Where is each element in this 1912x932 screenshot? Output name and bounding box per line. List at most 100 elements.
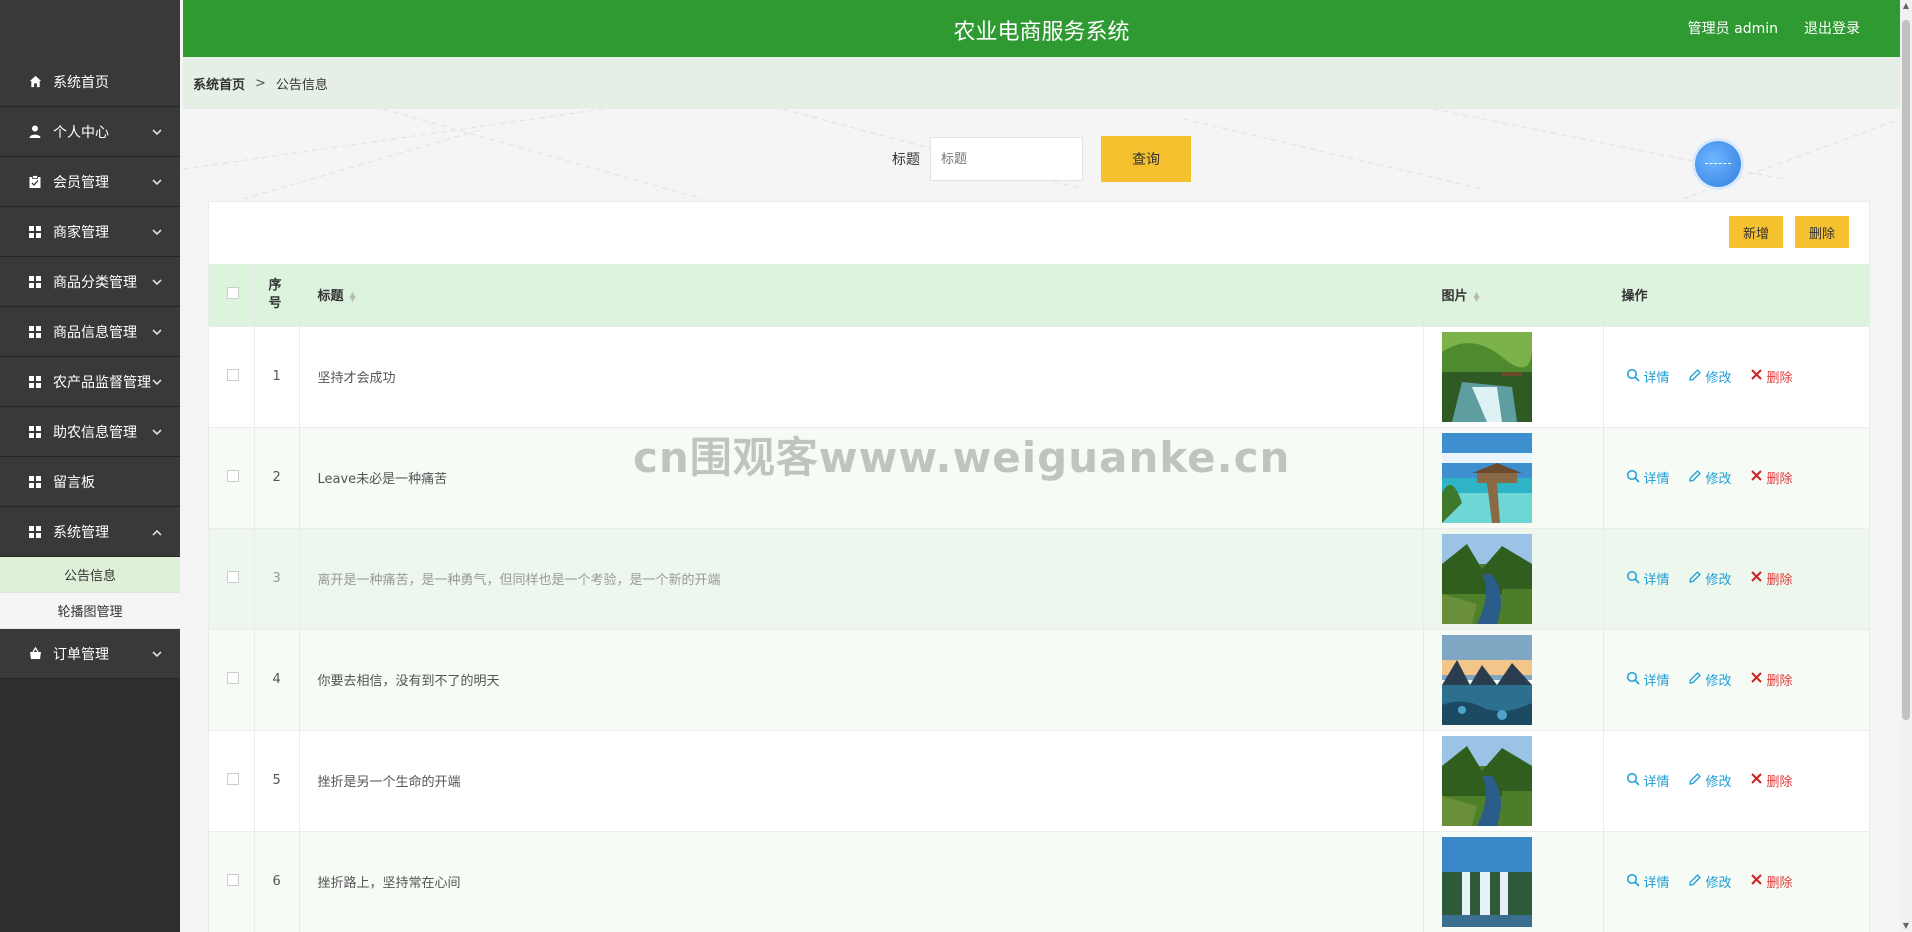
row-select-cell[interactable] bbox=[209, 831, 255, 932]
batch-delete-button[interactable]: 删除 bbox=[1794, 216, 1849, 248]
sidebar-item-products[interactable]: 商品信息管理 bbox=[0, 307, 180, 357]
delete-link[interactable]: 删除 bbox=[1750, 367, 1793, 386]
sidebar-item-system[interactable]: 系统管理 bbox=[0, 507, 180, 557]
edit-link[interactable]: 修改 bbox=[1688, 468, 1732, 487]
row-image[interactable] bbox=[1441, 432, 1532, 523]
delete-link[interactable]: 删除 bbox=[1750, 872, 1793, 891]
search-button[interactable]: 查询 bbox=[1101, 136, 1191, 182]
table-row[interactable]: 1 坚持才会成功 详情 修改 删除 bbox=[209, 326, 1869, 427]
header-title[interactable]: 标题 ▲ ▼ bbox=[299, 264, 1424, 326]
checkbox[interactable] bbox=[227, 570, 239, 583]
pencil-icon bbox=[1688, 469, 1702, 487]
checkbox[interactable] bbox=[227, 873, 239, 886]
row-image[interactable] bbox=[1441, 836, 1532, 927]
sidebar-item-label: 系统首页 bbox=[53, 74, 109, 91]
delete-link[interactable]: 删除 bbox=[1750, 670, 1793, 689]
edit-link[interactable]: 修改 bbox=[1688, 872, 1732, 891]
sidebar-item-aid[interactable]: 助农信息管理 bbox=[0, 407, 180, 457]
sidebar-item-messages[interactable]: 留言板 bbox=[0, 457, 180, 507]
sidebar-logo-area bbox=[0, 0, 180, 57]
table-row[interactable]: 4 你要去相信，没有到不了的明天 详情 修改 删除 bbox=[209, 629, 1869, 730]
row-select-cell[interactable] bbox=[209, 629, 255, 730]
grid-icon bbox=[28, 325, 42, 339]
edit-link[interactable]: 修改 bbox=[1688, 367, 1732, 386]
row-select-cell[interactable] bbox=[209, 427, 255, 528]
pencil-icon bbox=[1688, 368, 1702, 386]
logout-link[interactable]: 退出登录 bbox=[1804, 18, 1860, 38]
row-index: 5 bbox=[254, 730, 300, 831]
sidebar-subitem-announcements[interactable]: 公告信息 bbox=[0, 557, 180, 593]
table-row[interactable]: 5 挫折是另一个生命的开端 详情 修改 删除 bbox=[209, 730, 1869, 831]
delete-label: 删除 bbox=[1766, 775, 1793, 790]
row-select-cell[interactable] bbox=[209, 730, 255, 831]
pencil-icon bbox=[1688, 570, 1702, 588]
delete-link[interactable]: 删除 bbox=[1750, 468, 1793, 487]
row-title: 离开是一种痛苦，是一种勇气，但同样也是一个考验，是一个新的开端 bbox=[299, 528, 1424, 629]
sort-icon[interactable]: ▲ ▼ bbox=[1474, 290, 1480, 302]
scroll-down-icon[interactable]: ▼ bbox=[1900, 920, 1912, 932]
row-image[interactable] bbox=[1441, 735, 1532, 826]
row-image[interactable] bbox=[1441, 634, 1532, 725]
breadcrumb-home[interactable]: 系统首页 bbox=[193, 74, 245, 93]
detail-link[interactable]: 详情 bbox=[1626, 468, 1670, 487]
edit-link[interactable]: 修改 bbox=[1688, 771, 1732, 790]
checkbox[interactable] bbox=[227, 469, 239, 482]
floating-action-button[interactable] bbox=[1695, 141, 1741, 187]
checkbox[interactable] bbox=[227, 671, 239, 684]
close-icon bbox=[1750, 368, 1763, 385]
chevron-down-icon bbox=[152, 375, 162, 389]
row-image-cell bbox=[1423, 730, 1604, 831]
edit-link[interactable]: 修改 bbox=[1688, 670, 1732, 689]
announcement-table: 序号 标题 ▲ ▼ 图片 ▲ ▼ 操作 1 坚持才会成功 详情 修改 删除 2 … bbox=[209, 264, 1869, 932]
row-title: 挫折是另一个生命的开端 bbox=[299, 730, 1424, 831]
main-content: 标题 查询 新增 删除 序号 标题 ▲▼ 图片 ▲▼ 操作 1 坚持才会成功 bbox=[183, 109, 1900, 932]
sidebar-item-categories[interactable]: 商品分类管理 bbox=[0, 257, 180, 307]
detail-link[interactable]: 详情 bbox=[1626, 670, 1670, 689]
add-button[interactable]: 新增 bbox=[1728, 216, 1783, 248]
edit-link[interactable]: 修改 bbox=[1688, 569, 1732, 588]
checkbox[interactable] bbox=[227, 772, 239, 785]
chevron-up-icon bbox=[152, 525, 162, 539]
grid-icon bbox=[28, 225, 42, 239]
sidebar-item-supervision[interactable]: 农产品监督管理 bbox=[0, 357, 180, 407]
checkbox[interactable] bbox=[227, 368, 239, 381]
search-title-input[interactable] bbox=[930, 137, 1083, 181]
detail-link[interactable]: 详情 bbox=[1626, 569, 1670, 588]
row-select-cell[interactable] bbox=[209, 326, 255, 427]
delete-label: 删除 bbox=[1766, 876, 1793, 892]
sidebar-item-personal[interactable]: 个人中心 bbox=[0, 107, 180, 157]
row-select-cell[interactable] bbox=[209, 528, 255, 629]
row-image-cell bbox=[1423, 528, 1604, 629]
delete-link[interactable]: 删除 bbox=[1750, 569, 1793, 588]
row-index: 3 bbox=[254, 528, 300, 629]
detail-link[interactable]: 详情 bbox=[1626, 367, 1670, 386]
detail-link[interactable]: 详情 bbox=[1626, 771, 1670, 790]
scrollbar-thumb[interactable] bbox=[1902, 20, 1910, 720]
sidebar-subitem-carousel[interactable]: 轮播图管理 bbox=[0, 593, 180, 629]
sort-icon[interactable]: ▲ ▼ bbox=[350, 290, 356, 302]
close-icon bbox=[1750, 873, 1763, 890]
scroll-up-icon[interactable]: ▲ bbox=[1900, 0, 1912, 12]
sidebar-item-home[interactable]: 系统首页 bbox=[0, 57, 180, 107]
delete-link[interactable]: 删除 bbox=[1750, 771, 1793, 790]
checkbox[interactable] bbox=[227, 286, 239, 299]
clipboard-icon bbox=[28, 175, 42, 189]
sidebar-item-orders[interactable]: 订单管理 bbox=[0, 629, 180, 679]
sidebar-item-merchants[interactable]: 商家管理 bbox=[0, 207, 180, 257]
table-row[interactable]: 3 离开是一种痛苦，是一种勇气，但同样也是一个考验，是一个新的开端 详情 修改 … bbox=[209, 528, 1869, 629]
header-index-label: 序号 bbox=[268, 277, 282, 311]
sidebar-item-members[interactable]: 会员管理 bbox=[0, 157, 180, 207]
row-index: 2 bbox=[254, 427, 300, 528]
header-ops: 操作 bbox=[1603, 264, 1869, 326]
detail-label: 详情 bbox=[1643, 573, 1670, 588]
header-select-all[interactable] bbox=[209, 264, 255, 326]
grid-icon bbox=[28, 525, 42, 539]
detail-link[interactable]: 详情 bbox=[1626, 872, 1670, 891]
header-image[interactable]: 图片 ▲ ▼ bbox=[1423, 264, 1604, 326]
table-row[interactable]: 6 挫折路上，坚持常在心间 详情 修改 删除 bbox=[209, 831, 1869, 932]
row-image[interactable] bbox=[1441, 533, 1532, 624]
row-image[interactable] bbox=[1441, 331, 1532, 422]
sidebar-item-label: 商品信息管理 bbox=[53, 324, 137, 341]
scrollbar[interactable]: ▲ ▼ bbox=[1900, 0, 1912, 932]
table-row[interactable]: 2 Leave未必是一种痛苦 详情 修改 删除 bbox=[209, 427, 1869, 528]
